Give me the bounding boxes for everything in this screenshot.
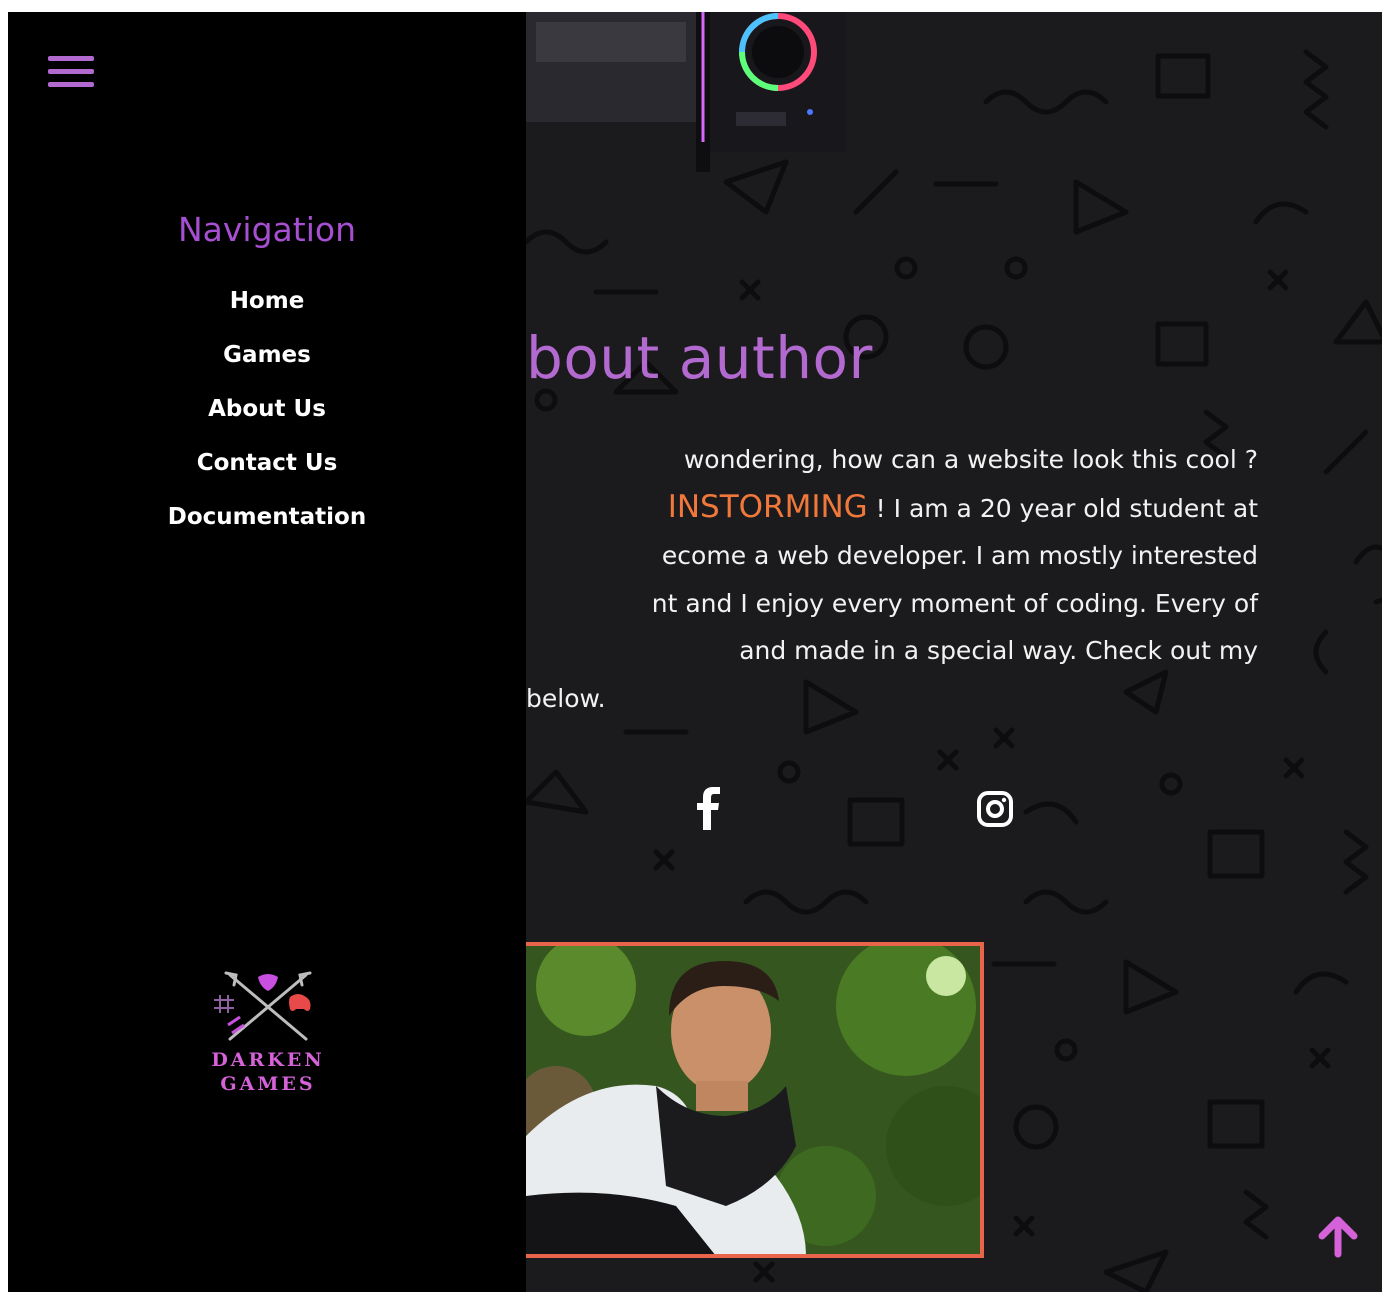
instagram-link[interactable] <box>976 790 1014 828</box>
nav-item-home: Home <box>8 280 526 334</box>
about-author-title: bout author <box>526 324 873 392</box>
nav-item-about-us: About Us <box>8 388 526 442</box>
arrow-up-icon <box>1318 1216 1358 1258</box>
nav-link-about-us[interactable]: About Us <box>208 396 326 422</box>
paragraph-line: ecome a web developer. I am mostly inter… <box>661 541 1258 570</box>
instagram-icon <box>977 791 1013 827</box>
nav-link-home[interactable]: Home <box>230 288 305 314</box>
paragraph-line: and made in a special way. Check out my <box>739 636 1258 665</box>
logo-text-games: GAMES <box>220 1073 316 1095</box>
nav-list: Home Games About Us Contact Us Documenta… <box>8 280 526 550</box>
darken-games-logo[interactable]: DARKEN GAMES <box>198 967 338 1099</box>
paragraph-line: wondering, how can a website look this c… <box>683 445 1258 474</box>
nav-item-games: Games <box>8 334 526 388</box>
facebook-link[interactable] <box>692 786 726 830</box>
navigation-heading: Navigation <box>178 210 356 249</box>
paragraph-text: ! I am a 20 year old student at <box>867 493 1258 523</box>
nav-link-games[interactable]: Games <box>223 342 311 368</box>
about-author-paragraph: wondering, how can a website look this c… <box>526 436 1258 722</box>
paragraph-line: below. <box>526 683 606 713</box>
main-content: bout author wondering, how can a website… <box>526 12 1382 1292</box>
nav-item-contact-us: Contact Us <box>8 442 526 496</box>
crossed-arrows-gamepad-logo <box>214 971 312 1041</box>
nav-link-documentation[interactable]: Documentation <box>168 504 366 530</box>
paragraph-line: INSTORMING ! I am a 20 year old student … <box>526 484 1258 533</box>
author-portrait-image <box>526 946 980 1254</box>
scroll-to-top-button[interactable] <box>1314 1212 1362 1260</box>
highlight-text: INSTORMING <box>667 488 868 525</box>
paragraph-line: nt and I enjoy every moment of coding. E… <box>651 588 1258 618</box>
gaming-pc-image <box>526 12 846 172</box>
facebook-icon <box>697 787 720 830</box>
sidebar-navigation: Navigation Home Games About Us Contact U… <box>8 12 526 1292</box>
page-viewport: bout author wondering, how can a website… <box>8 12 1382 1292</box>
nav-item-documentation: Documentation <box>8 496 526 550</box>
author-photo <box>526 942 984 1258</box>
logo-text-darken: DARKEN <box>211 1049 325 1071</box>
hamburger-menu-icon[interactable] <box>48 52 96 92</box>
nav-link-contact-us[interactable]: Contact Us <box>197 450 338 476</box>
